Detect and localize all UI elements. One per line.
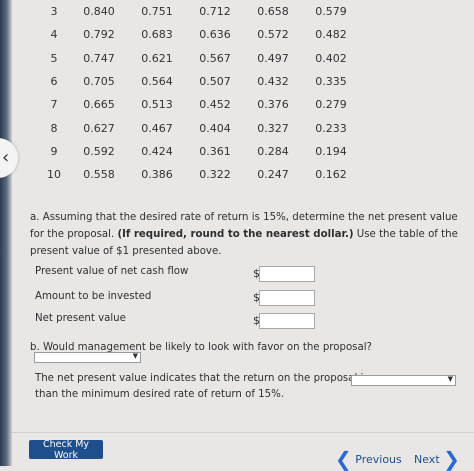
- previous-label: Previous: [355, 453, 402, 466]
- return-comparison-select[interactable]: ▼: [351, 375, 456, 386]
- check-my-work-button[interactable]: Check My Work: [29, 439, 103, 461]
- pv-factor-cell: 0.361: [199, 144, 231, 158]
- pv-factor-cell: 0.712: [199, 5, 231, 19]
- pv-factor-cell: 0.482: [315, 28, 347, 42]
- pv-factor-cell: 0.497: [257, 51, 289, 65]
- pv-factor-cell: 0.452: [199, 98, 231, 112]
- pv-factor-cell: 0.627: [83, 121, 115, 135]
- previous-button[interactable]: ❮ Previous: [335, 444, 402, 471]
- next-button[interactable]: Next ❯: [414, 444, 460, 471]
- pv-net-cash-flow-input[interactable]: [259, 266, 315, 282]
- footer-divider: [12, 432, 474, 433]
- pv-factor-cell: 0.162: [315, 168, 347, 182]
- pv-factor-cell: 0.386: [141, 168, 173, 182]
- pv-factor-cell: 0.658: [257, 5, 289, 19]
- period-cell: 6: [50, 75, 58, 89]
- pv-factor-cell: 0.424: [141, 144, 173, 158]
- table-row: 3 0.840 0.751 0.712 0.658 0.579: [38, 0, 360, 23]
- left-sidebar-strip: [0, 0, 12, 466]
- pv-factor-cell: 0.513: [141, 98, 173, 112]
- period-cell: 4: [50, 28, 58, 42]
- present-value-table: 3 0.840 0.751 0.712 0.658 0.579 4 0.792 0.683 0.6…: [38, 0, 360, 186]
- pv-factor-cell: 0.705: [83, 75, 115, 89]
- favor-proposal-select[interactable]: ▼: [34, 352, 141, 363]
- question-a-text: a. Assuming that the desired rate of ret…: [30, 209, 470, 260]
- net-present-value-input[interactable]: [259, 313, 315, 329]
- pv-factor-cell: 0.432: [257, 75, 289, 89]
- pv-factor-cell: 0.636: [199, 28, 231, 42]
- pv-factor-cell: 0.592: [83, 144, 115, 158]
- question-a-rounding-note: (If required, round to the nearest dolla…: [117, 229, 354, 240]
- pv-factor-cell: 0.507: [199, 75, 231, 89]
- pv-factor-cell: 0.284: [257, 144, 289, 158]
- pv-factor-cell: 0.751: [141, 5, 173, 19]
- pv-factor-cell: 0.404: [199, 121, 231, 135]
- chevron-down-icon: ▼: [447, 375, 453, 383]
- pv-factor-cell: 0.747: [83, 51, 115, 65]
- pv-factor-cell: 0.572: [257, 28, 289, 42]
- pv-factor-cell: 0.579: [315, 5, 347, 19]
- collapse-panel-button[interactable]: ‹: [0, 138, 18, 178]
- pv-factor-cell: 0.402: [315, 51, 347, 65]
- pv-factor-cell: 0.322: [199, 168, 231, 182]
- period-cell: 5: [50, 51, 58, 65]
- pv-factor-cell: 0.327: [257, 121, 289, 135]
- pv-factor-cell: 0.467: [141, 121, 173, 135]
- npv-sentence-start: The net present value indicates that the…: [35, 373, 369, 384]
- pv-factor-cell: 0.621: [141, 51, 173, 65]
- period-cell: 9: [50, 144, 58, 158]
- chevron-right-icon: ❯: [443, 447, 460, 471]
- pv-factor-cell: 0.558: [83, 168, 115, 182]
- table-row: 6 0.705 0.564 0.507 0.432 0.335: [38, 70, 360, 93]
- pv-net-cash-flow-label: Present value of net cash flow: [35, 266, 189, 277]
- chevron-left-icon: ‹: [2, 147, 10, 168]
- period-cell: 10: [47, 168, 61, 182]
- pv-factor-cell: 0.564: [141, 75, 173, 89]
- pv-factor-cell: 0.247: [257, 168, 289, 182]
- pv-factor-cell: 0.335: [315, 75, 347, 89]
- net-present-value-label: Net present value: [35, 313, 126, 324]
- period-cell: 7: [50, 98, 58, 112]
- amount-invested-input[interactable]: [259, 290, 315, 306]
- chevron-down-icon: ▼: [132, 352, 138, 360]
- table-row: 5 0.747 0.621 0.567 0.497 0.402: [38, 47, 360, 70]
- npv-sentence-end: than the minimum desired rate of return …: [35, 389, 285, 400]
- pv-factor-cell: 0.683: [141, 28, 173, 42]
- period-cell: 3: [50, 5, 58, 19]
- pv-factor-cell: 0.194: [315, 144, 347, 158]
- pv-factor-cell: 0.376: [257, 98, 289, 112]
- next-label: Next: [414, 453, 440, 466]
- table-row: 10 0.558 0.386 0.322 0.247 0.162: [38, 163, 360, 186]
- table-row: 8 0.627 0.467 0.404 0.327 0.233: [38, 116, 360, 139]
- amount-invested-label: Amount to be invested: [35, 291, 152, 302]
- table-row: 7 0.665 0.513 0.452 0.376 0.279: [38, 93, 360, 116]
- pv-factor-cell: 0.840: [83, 5, 115, 19]
- pv-factor-cell: 0.279: [315, 98, 347, 112]
- table-row: 9 0.592 0.424 0.361 0.284 0.194: [38, 140, 360, 163]
- pv-factor-cell: 0.567: [199, 51, 231, 65]
- pv-factor-cell: 0.665: [83, 98, 115, 112]
- pv-factor-cell: 0.792: [83, 28, 115, 42]
- pv-factor-cell: 0.233: [315, 121, 347, 135]
- table-row: 4 0.792 0.683 0.636 0.572 0.482: [38, 23, 360, 46]
- period-cell: 8: [50, 121, 58, 135]
- chevron-left-icon: ❮: [335, 447, 352, 471]
